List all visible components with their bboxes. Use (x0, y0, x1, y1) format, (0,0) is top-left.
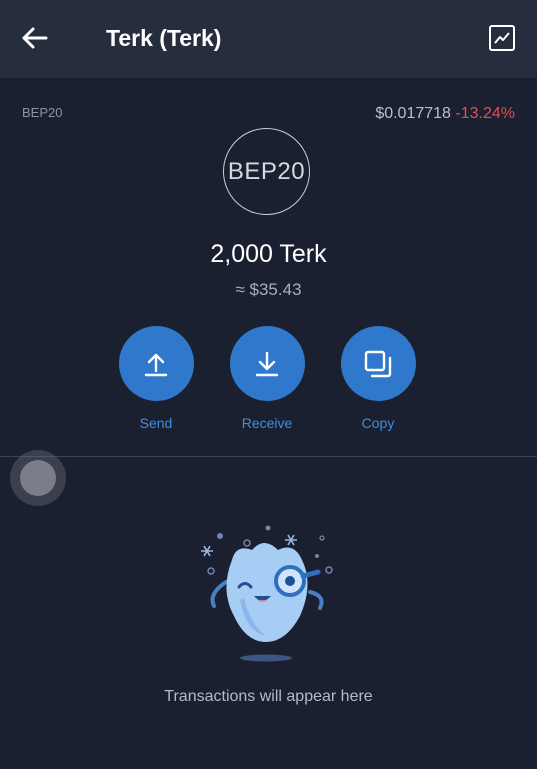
copy-circle[interactable] (340, 326, 416, 401)
token-balance: 2,000 Terk (210, 240, 327, 268)
price-row: $0.017718 -13.24% (375, 105, 515, 123)
page-title: Terk (Terk) (106, 25, 222, 51)
receive-label: Receive (241, 415, 293, 431)
send-button[interactable]: Send (101, 326, 211, 431)
token-logo: BEP20 (223, 128, 310, 215)
receive-circle[interactable] (229, 326, 305, 401)
fiat-balance: ≈ $35.43 (235, 280, 302, 299)
copy-icon (364, 350, 392, 377)
chart-button[interactable] (484, 20, 520, 56)
arrow-left-icon (22, 27, 48, 49)
top-bar: Terk (Terk) (0, 0, 537, 78)
upload-arrow-icon (144, 353, 168, 376)
back-button[interactable] (14, 20, 54, 56)
section-divider (0, 456, 537, 457)
empty-state-mascot-icon (201, 525, 333, 662)
copy-button[interactable]: Copy (323, 326, 433, 431)
network-label: BEP20 (22, 105, 63, 120)
price-change: -13.24% (455, 105, 515, 122)
line-chart-icon (489, 25, 515, 51)
send-label: Send (139, 415, 173, 431)
token-logo-text: BEP20 (227, 157, 306, 185)
token-price: $0.017718 (375, 105, 451, 122)
empty-transactions-message: Transactions will appear here (164, 688, 373, 705)
send-circle[interactable] (118, 326, 194, 401)
copy-label: Copy (361, 415, 395, 431)
download-arrow-icon (255, 351, 279, 376)
floating-button-dot (20, 460, 56, 496)
receive-button[interactable]: Receive (212, 326, 322, 431)
floating-assistive-button[interactable] (10, 450, 66, 506)
